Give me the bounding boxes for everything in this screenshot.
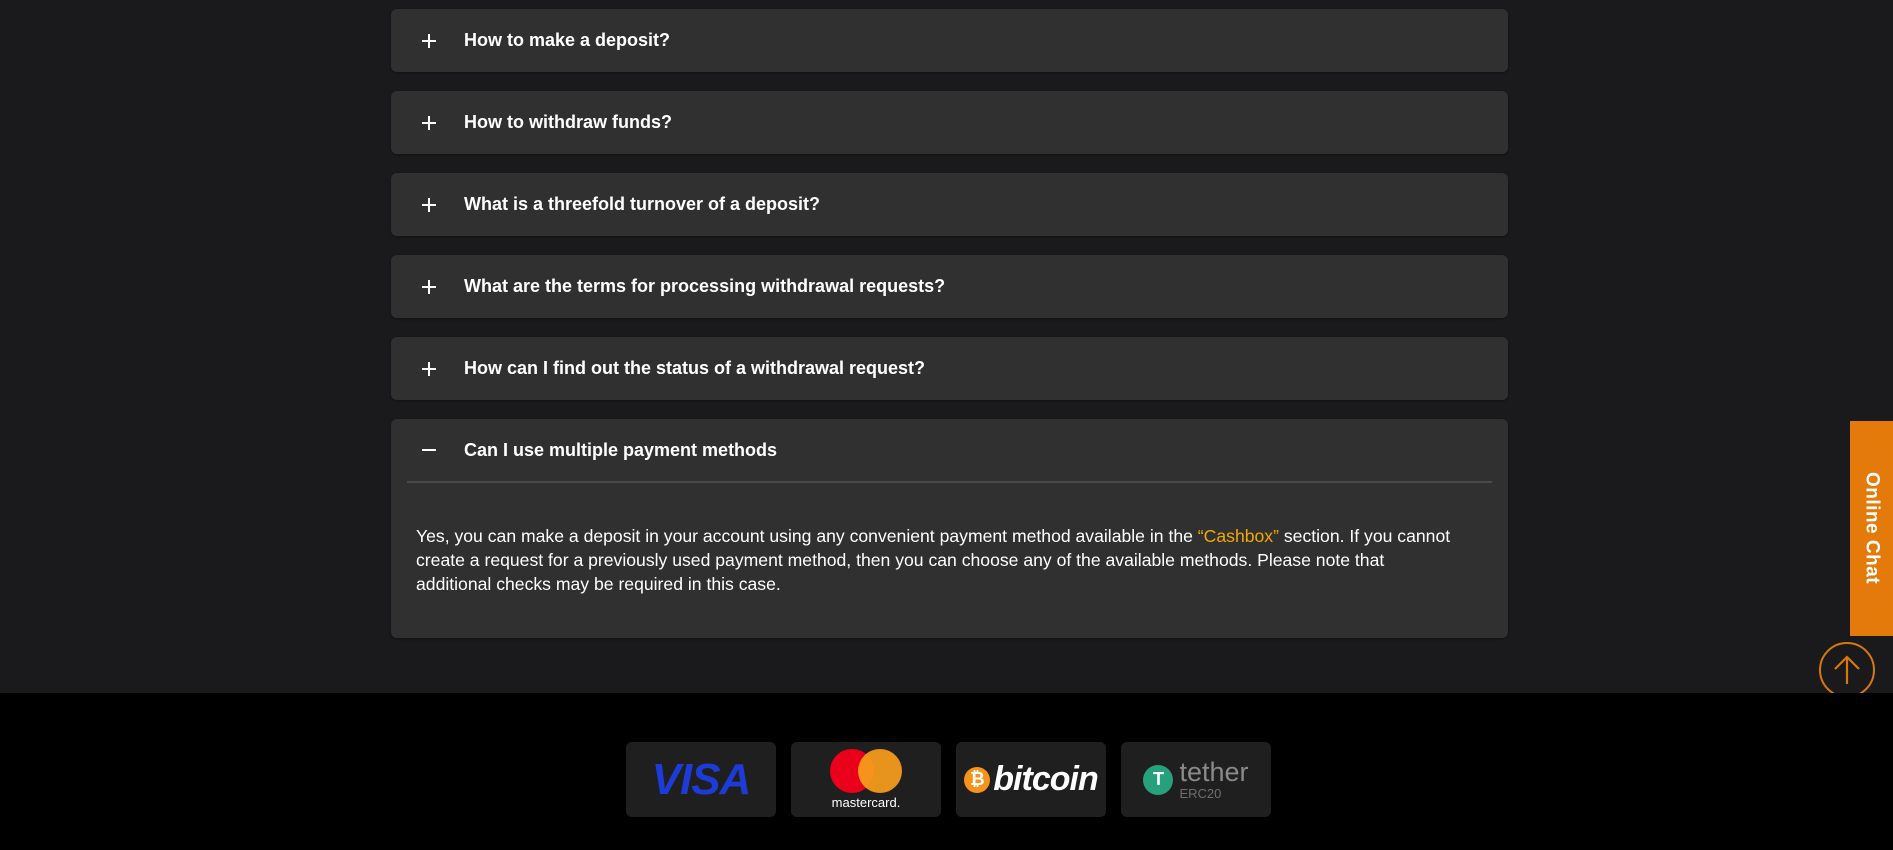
faq-item: How can I find out the status of a withd… (391, 337, 1508, 400)
faq-question-status[interactable]: How can I find out the status of a withd… (391, 337, 1508, 400)
faq-question-label: How can I find out the status of a withd… (464, 358, 926, 378)
faq-question-label: What is a threefold turnover of a deposi… (464, 194, 821, 214)
online-chat-label: Online Chat (1861, 472, 1883, 585)
mastercard-icon (830, 749, 902, 793)
faq-item: What is a threefold turnover of a deposi… (391, 173, 1508, 236)
mastercard-logo: mastercard. (791, 742, 941, 817)
faq-question-withdraw[interactable]: How to withdraw funds? (391, 91, 1508, 154)
faq-question-label: How to withdraw funds? (464, 112, 672, 132)
faq-question-deposit[interactable]: How to make a deposit? (391, 9, 1508, 72)
faq-question-label: Can I use multiple payment methods (464, 439, 778, 460)
faq-item: How to withdraw funds? (391, 91, 1508, 154)
online-chat-button[interactable]: Online Chat (1850, 421, 1893, 636)
faq-item: What are the terms for processing withdr… (391, 255, 1508, 318)
faq-question-terms[interactable]: What are the terms for processing withdr… (391, 255, 1508, 318)
payment-methods: VISA mastercard. ₿ bitcoin T tether ERC2… (626, 742, 1271, 817)
visa-logo: VISA (626, 742, 776, 817)
tether-logo: T tether ERC20 (1121, 742, 1271, 817)
faq-item: How to make a deposit? (391, 9, 1508, 72)
plus-icon[interactable] (421, 115, 437, 131)
footer: VISA mastercard. ₿ bitcoin T tether ERC2… (0, 693, 1893, 850)
bitcoin-logo: ₿ bitcoin (956, 742, 1106, 817)
plus-icon[interactable] (421, 361, 437, 377)
plus-icon[interactable] (421, 197, 437, 213)
faq-question-multiple-methods[interactable]: Can I use multiple payment methods (391, 419, 1508, 481)
plus-icon[interactable] (421, 33, 437, 49)
faq-question-label: How to make a deposit? (464, 30, 671, 50)
faq-answer-text: Yes, you can make a deposit in your acco… (416, 526, 1198, 546)
faq-list: How to make a deposit? How to withdraw f… (391, 9, 1508, 657)
faq-question-label: What are the terms for processing withdr… (464, 276, 946, 296)
tether-icon: T (1143, 764, 1174, 795)
faq-answer: Yes, you can make a deposit in your acco… (391, 483, 1508, 638)
faq-question-turnover[interactable]: What is a threefold turnover of a deposi… (391, 173, 1508, 236)
scroll-to-top-button[interactable] (1819, 642, 1875, 698)
minus-icon[interactable] (421, 442, 437, 458)
arrow-up-circle-icon (1834, 655, 1860, 684)
plus-icon[interactable] (421, 279, 437, 295)
faq-item-open: Can I use multiple payment methods Yes, … (391, 419, 1508, 638)
cashbox-link[interactable]: “Cashbox” (1198, 526, 1279, 546)
bitcoin-icon: ₿ (964, 766, 991, 793)
